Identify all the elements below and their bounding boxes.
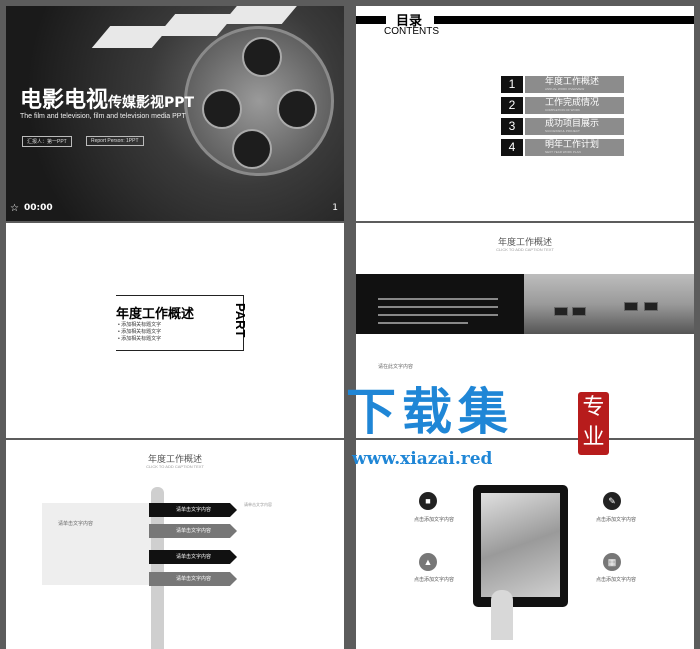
arrow-label: 请单击文字内容 <box>149 524 237 538</box>
left-title: 请单击文字内容 <box>58 521 94 527</box>
calculator-icon: ▦ <box>603 553 621 571</box>
slide-4-caption: 请在此文字内容 <box>378 364 414 370</box>
slide-3-thumbnail[interactable]: 年度工作概述 PART • 添加相关标题文字 • 添加相关标题文字 • 添加相关… <box>6 223 344 438</box>
slide-number: 6 <box>682 637 688 647</box>
toc-item: 4 明年工作计划 NEXT YEAR WORK PLAN <box>501 139 624 156</box>
microscope-icon: ✎ <box>603 492 621 510</box>
toc-subheading: CONTENTS <box>384 26 439 37</box>
slide-number: 3 <box>332 420 338 430</box>
slide-5-bar: ☆ 00:00 5 <box>6 634 344 649</box>
star-icon: ☆ <box>10 420 19 431</box>
slide-4-subheading: CLICK TO ADD CAPTION TEXT <box>496 247 554 252</box>
text-band <box>356 274 524 334</box>
slide-3-heading: 年度工作概述 <box>116 306 195 321</box>
bullet-item: • 添加相关标题文字 <box>118 329 162 335</box>
slide-1-subtitle: The film and television, film and televi… <box>20 113 186 120</box>
right-label: 请单击文字内容 <box>244 502 272 507</box>
slide-time: 00:00 <box>24 637 53 647</box>
grey-text-box <box>42 503 159 585</box>
watermark-text: 下载集 <box>346 383 514 441</box>
slide-number: 2 <box>682 203 688 213</box>
title-bar-left <box>356 16 386 24</box>
slide-1-title: 电影电视传媒影视PPT <box>20 88 195 113</box>
slide-5-thumbnail[interactable]: 年度工作概述 CLICK TO ADD CAPTION TEXT 请单击文字内容… <box>6 440 344 649</box>
office-photo <box>524 274 694 334</box>
bullet-item: • 添加相关标题文字 <box>118 336 162 342</box>
toc-item: 3 成功项目展示 SUCCESSFUL PROJECT <box>501 118 624 135</box>
slide-5-subheading: CLICK TO ADD CAPTION TEXT <box>146 464 204 469</box>
slide-time: 00:00 <box>374 637 403 647</box>
feature-label: 点击添加文字内容 <box>414 577 455 583</box>
slide-time: 00:00 <box>24 420 53 430</box>
toc-item: 1 年度工作概述 ANNUAL WORK OVERVIEW <box>501 76 624 93</box>
slide-1-bar: ☆ 00:00 1 <box>6 200 344 218</box>
star-icon: ☆ <box>360 637 369 648</box>
slide-number: 1 <box>332 203 338 213</box>
watermark-url: www.xiazai.red <box>352 449 493 469</box>
slide-2-thumbnail[interactable]: 目录 CONTENTS 1 年度工作概述 ANNUAL WORK OVERVIEW… <box>356 6 694 221</box>
feature-label: 点击添加文字内容 <box>596 517 637 523</box>
star-icon: ☆ <box>10 203 19 214</box>
watermark-seal: 专业 <box>578 392 609 455</box>
slide-number: 5 <box>332 637 338 647</box>
slide-6-thumbnail[interactable]: ■ ▲ ✎ ▦ 点击添加文字内容 点击添加文字内容 点击添加文字内容 点击添加文… <box>356 440 694 649</box>
toc-item: 2 工作完成情况 COMPLETION OF WORK <box>501 97 624 114</box>
tablet-screen <box>481 493 560 597</box>
star-icon: ☆ <box>10 637 19 648</box>
feature-label: 点击添加文字内容 <box>414 517 455 523</box>
star-icon: ☆ <box>360 203 369 214</box>
slide-1-thumbnail[interactable]: 电影电视传媒影视PPT The film and television, fil… <box>6 6 344 221</box>
hand-image <box>491 590 513 640</box>
slide-number: 4 <box>682 420 688 430</box>
feature-label: 点击添加文字内容 <box>596 577 637 583</box>
slide-1-tag: 汇报人：第一PPT <box>22 136 72 147</box>
film-reel-image <box>184 26 334 176</box>
bullet-item: • 添加相关标题文字 <box>118 322 162 328</box>
graduation-cap-icon: ▲ <box>419 553 437 571</box>
slide-time: 00:00 <box>24 203 53 213</box>
slide-time: 00:00 <box>374 203 403 213</box>
slide-2-bar: ☆ 00:00 2 <box>356 200 694 218</box>
arrow-label: 请单击文字内容 <box>149 572 237 586</box>
part-label: PART <box>233 303 248 338</box>
arrow-label: 请单击文字内容 <box>149 503 237 517</box>
slide-3-bar: ☆ 00:00 3 <box>6 417 344 435</box>
slide-1-tag: Report Person: 1PPT <box>86 136 144 146</box>
title-bar-right <box>434 16 694 24</box>
briefcase-icon: ■ <box>419 492 437 510</box>
arrow-label: 请单击文字内容 <box>149 550 237 564</box>
slide-6-bar: ☆ 00:00 6 <box>356 634 694 649</box>
